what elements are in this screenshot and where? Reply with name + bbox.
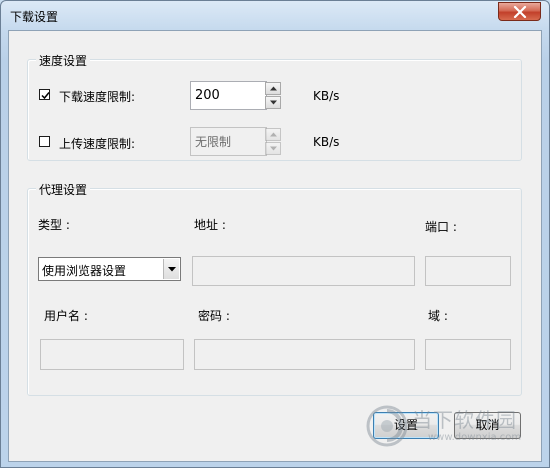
upload-limit-value: 无限制 (195, 135, 232, 149)
watermark-logo-icon (366, 405, 408, 447)
proxy-port-field[interactable] (425, 256, 511, 286)
speed-settings-legend: 速度设置 (36, 52, 91, 69)
spin-up-icon (270, 86, 277, 91)
upload-limit-spinner (265, 128, 281, 156)
proxy-settings-group: 代理设置 类型 : 地址 : 端口 : 使用浏览器设置 用户名 : 密码 : 域… (27, 181, 522, 396)
proxy-username-label: 用户名 : (44, 309, 88, 323)
download-limit-unit: KB/s (313, 89, 340, 103)
watermark-url: www.downxia.com (428, 432, 522, 443)
proxy-type-select[interactable]: 使用浏览器设置 (38, 257, 181, 281)
dialog-client: 速度设置 下载速度限制: 200 KB/s 上传速度限制: 无限制 KB/s 代… (8, 30, 542, 462)
upload-spin-up-button[interactable] (265, 128, 281, 141)
download-limit-checkbox[interactable] (39, 89, 50, 100)
download-limit-value: 200 (195, 88, 220, 103)
proxy-address-label: 地址 : (194, 218, 226, 232)
title-bar[interactable]: 下载设置 (1, 1, 549, 29)
download-limit-spinner (265, 82, 281, 110)
upload-limit-checkbox[interactable] (39, 136, 50, 147)
spin-down-icon (270, 100, 277, 105)
upload-limit-label: 上传速度限制: (59, 137, 136, 151)
spin-up-icon (270, 132, 277, 137)
download-spin-down-button[interactable] (265, 96, 281, 109)
download-spin-up-button[interactable] (265, 82, 281, 95)
watermark-text: 当下软件园 (412, 408, 517, 432)
proxy-settings-legend: 代理设置 (36, 181, 91, 198)
proxy-password-label: 密码 : (198, 309, 230, 323)
check-icon (41, 92, 50, 100)
download-limit-input[interactable]: 200 (190, 81, 267, 110)
close-button[interactable] (498, 2, 541, 21)
proxy-port-label: 端口 : (425, 220, 457, 234)
proxy-address-field[interactable] (192, 256, 415, 286)
download-limit-label: 下载速度限制: (59, 90, 136, 104)
speed-settings-group: 速度设置 下载速度限制: 200 KB/s 上传速度限制: 无限制 KB/s (27, 52, 522, 161)
watermark: 当下软件园 www.downxia.com (364, 401, 534, 453)
proxy-type-value: 使用浏览器设置 (42, 264, 127, 278)
proxy-username-field[interactable] (40, 339, 184, 370)
proxy-type-dropdown-button[interactable] (163, 259, 179, 279)
upload-limit-input[interactable]: 无限制 (190, 127, 267, 156)
proxy-type-label: 类型 : (38, 218, 70, 232)
proxy-password-field[interactable] (194, 339, 415, 370)
upload-limit-unit: KB/s (313, 135, 340, 149)
spin-down-icon (270, 146, 277, 151)
window-title: 下载设置 (10, 10, 59, 24)
proxy-domain-field[interactable] (425, 339, 511, 370)
dialog-window: 下载设置 速度设置 下载速度限制: 200 KB/s 上传速度限制: 无限制 K… (0, 0, 550, 468)
upload-spin-down-button[interactable] (265, 142, 281, 155)
proxy-domain-label: 域 : (428, 309, 448, 323)
dropdown-arrow-icon (168, 267, 176, 272)
close-icon (513, 6, 527, 18)
